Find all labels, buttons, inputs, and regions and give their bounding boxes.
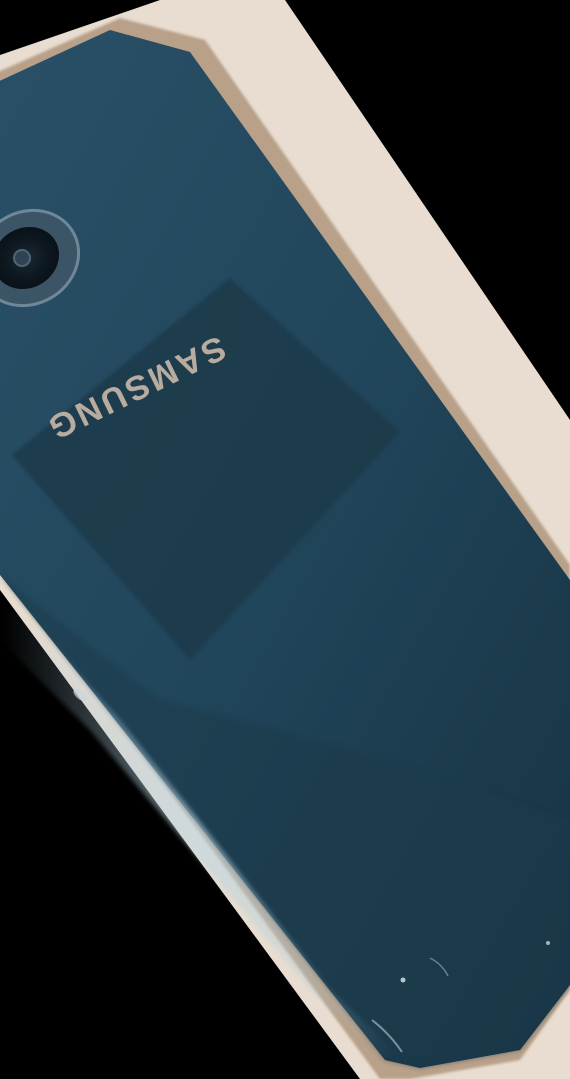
lens-glint-icon [13, 249, 31, 267]
scratch-speck [546, 941, 550, 945]
scratch-speck [400, 977, 406, 983]
photo-canvas: SAMSUNG [0, 0, 570, 1079]
photo-scene: SAMSUNG [0, 0, 570, 1079]
